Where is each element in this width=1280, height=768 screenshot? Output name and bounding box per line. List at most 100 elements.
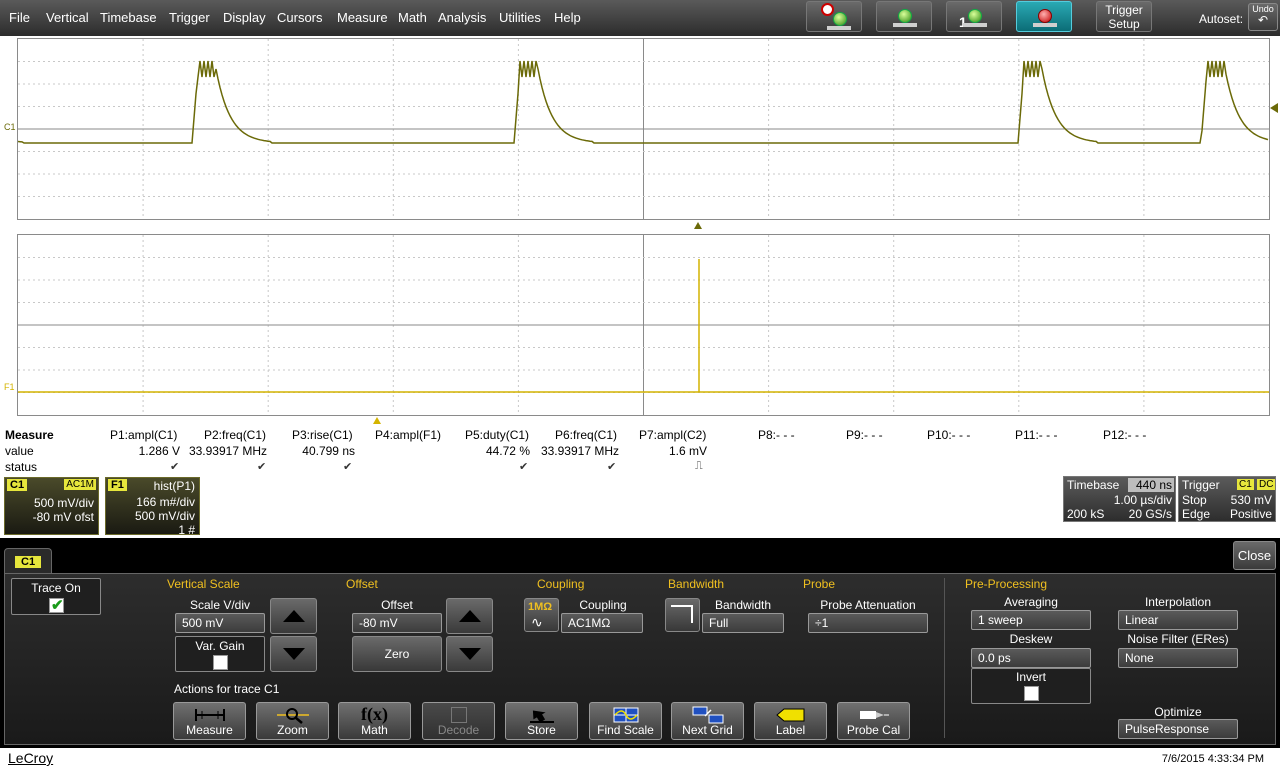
bandwidth-section: Bandwidth	[668, 577, 725, 591]
trigger-descriptor[interactable]: Trigger C1 DC Stop 530 mV Edge Positive	[1178, 476, 1276, 522]
store-action-button[interactable]: Store	[505, 702, 578, 740]
trigger-position-marker[interactable]	[694, 222, 702, 229]
menu-display[interactable]: Display	[223, 10, 266, 25]
offset-field[interactable]: -80 mV	[352, 613, 442, 633]
vertical-scale-section: Vertical Scale	[167, 577, 240, 591]
menu-bar: File Vertical Timebase Trigger Display C…	[0, 0, 1280, 36]
f1-tag: F1	[108, 479, 127, 491]
f1-grid[interactable]	[17, 234, 1270, 416]
probe-attenuation-field[interactable]: ÷1	[808, 613, 928, 633]
menu-measure[interactable]: Measure	[337, 10, 388, 25]
math-action-button[interactable]: f(x) Math	[338, 702, 411, 740]
zero-button[interactable]: Zero	[352, 636, 442, 672]
measure-param-name[interactable]: P3:rise(C1)	[292, 428, 353, 442]
trigger-single-button[interactable]: 1	[946, 1, 1002, 32]
f1-scale1: 166 m#/div	[136, 495, 195, 509]
measure-param-name[interactable]: P1:ampl(C1)	[110, 428, 177, 442]
measure-param-name[interactable]: P4:ampl(F1)	[375, 428, 441, 442]
measure-param-value: 33.93917 MHz	[540, 444, 619, 458]
tab-c1[interactable]: C1	[4, 548, 52, 574]
offset-up-button[interactable]	[446, 598, 493, 634]
c1-grid-label: C1	[4, 122, 16, 132]
menu-math[interactable]: Math	[398, 10, 427, 25]
menu-analysis[interactable]: Analysis	[438, 10, 486, 25]
menu-utilities[interactable]: Utilities	[499, 10, 541, 25]
deskew-field[interactable]: 0.0 ps	[971, 648, 1091, 668]
scale-up-button[interactable]	[270, 598, 317, 634]
decode-action-button[interactable]: Decode	[422, 702, 495, 740]
c1-scale: 500 mV/div	[33, 496, 94, 510]
close-button[interactable]: Close	[1233, 541, 1276, 570]
menu-file[interactable]: File	[9, 10, 30, 25]
menu-cursors[interactable]: Cursors	[277, 10, 323, 25]
label-icon	[776, 708, 805, 722]
interpolation-field[interactable]: Linear	[1118, 610, 1238, 630]
scale-down-button[interactable]	[270, 636, 317, 672]
measure-param-name[interactable]: P8:- - -	[758, 428, 795, 442]
c1-descriptor[interactable]: C1 AC1M 500 mV/div -80 mV ofst	[4, 477, 99, 535]
measure-param-value: 44.72 %	[485, 444, 530, 458]
measure-param-name[interactable]: P12:- - -	[1103, 428, 1146, 442]
measure-param-name[interactable]: P5:duty(C1)	[465, 428, 529, 442]
trigger-auto-button[interactable]	[806, 1, 862, 32]
trace-on-group[interactable]: Trace On ✔	[11, 578, 101, 615]
arrow-up-icon	[459, 610, 481, 622]
averaging-field[interactable]: 1 sweep	[971, 610, 1091, 630]
trigger-stop-button[interactable]	[1016, 1, 1072, 32]
f1-marker[interactable]	[373, 417, 381, 424]
next-grid-action-button[interactable]: Next Grid	[671, 702, 744, 740]
bandwidth-label: Bandwidth	[714, 598, 772, 612]
menu-trigger[interactable]: Trigger	[169, 10, 210, 25]
find-scale-action-button[interactable]: Find Scale	[589, 702, 662, 740]
trigger-indicator-icon	[898, 9, 912, 23]
measure-status-label: status	[5, 460, 38, 474]
measure-param-name[interactable]: P9:- - -	[846, 428, 883, 442]
trigger-coupling-badge: DC	[1257, 479, 1276, 490]
trigger-indicator-icon	[968, 9, 982, 23]
menu-timebase[interactable]: Timebase	[100, 10, 157, 25]
bandwidth-field[interactable]: Full	[702, 613, 784, 633]
trace-on-checkbox[interactable]: ✔	[49, 597, 64, 614]
menu-help[interactable]: Help	[554, 10, 581, 25]
scale-field[interactable]: 500 mV	[175, 613, 265, 633]
label-action-button[interactable]: Label	[754, 702, 827, 740]
coupling-field[interactable]: AC1MΩ	[561, 613, 643, 633]
var-gain-checkbox[interactable]	[213, 655, 228, 670]
noise-filter-field[interactable]: None	[1118, 648, 1238, 668]
measure-param-name[interactable]: P2:freq(C1)	[204, 428, 266, 442]
var-gain-group[interactable]: Var. Gain	[175, 636, 265, 672]
invert-group[interactable]: Invert	[971, 668, 1091, 704]
probe-cal-action-button[interactable]: Probe Cal	[837, 702, 910, 740]
optimize-field[interactable]: PulseResponse	[1118, 719, 1238, 739]
offset-down-button[interactable]	[446, 636, 493, 672]
measure-param-name[interactable]: P10:- - -	[927, 428, 970, 442]
next-grid-icon	[692, 706, 724, 724]
optimize-label: Optimize	[1154, 705, 1202, 719]
timebase-delay: 440 ns	[1128, 478, 1174, 492]
f1-descriptor[interactable]: F1 hist(P1) 166 m#/div 500 mV/div 1 #	[105, 477, 200, 537]
timebase-descriptor[interactable]: Timebase 440 ns 1.00 µs/div 200 kS 20 GS…	[1063, 476, 1176, 522]
offset-label: Offset	[381, 598, 413, 612]
undo-button[interactable]: Undo ↶	[1248, 3, 1278, 31]
zoom-action-button[interactable]: Zoom	[256, 702, 329, 740]
trigger-normal-button[interactable]	[876, 1, 932, 32]
trigger-setup-button[interactable]: Trigger Setup	[1096, 1, 1152, 32]
invert-checkbox[interactable]	[1024, 686, 1039, 701]
timebase-rate: 20 GS/s	[1128, 507, 1172, 521]
measure-param-name[interactable]: P6:freq(C1)	[555, 428, 617, 442]
menu-vertical[interactable]: Vertical	[46, 10, 89, 25]
c1-offset: -80 mV ofst	[32, 510, 94, 524]
measure-action-button[interactable]: Measure	[173, 702, 246, 740]
measure-status-icon: ⎍	[695, 460, 703, 472]
bandwidth-icon-button[interactable]	[665, 598, 700, 632]
trigger-source-badge: C1	[1237, 479, 1254, 490]
c1-offset-marker[interactable]	[1270, 103, 1278, 113]
ac-wave-icon: ∿	[531, 614, 543, 630]
c1-grid[interactable]	[17, 38, 1270, 220]
measure-param-name[interactable]: P11:- - -	[1015, 428, 1057, 442]
measure-param-value: 1.286 V	[138, 444, 180, 458]
measure-param-name[interactable]: P7:ampl(C2)	[639, 428, 706, 442]
measure-param-value: 40.799 ns	[302, 444, 355, 458]
measure-value-label: value	[5, 444, 34, 458]
coupling-icon-button[interactable]: 1MΩ ∿	[524, 598, 559, 632]
